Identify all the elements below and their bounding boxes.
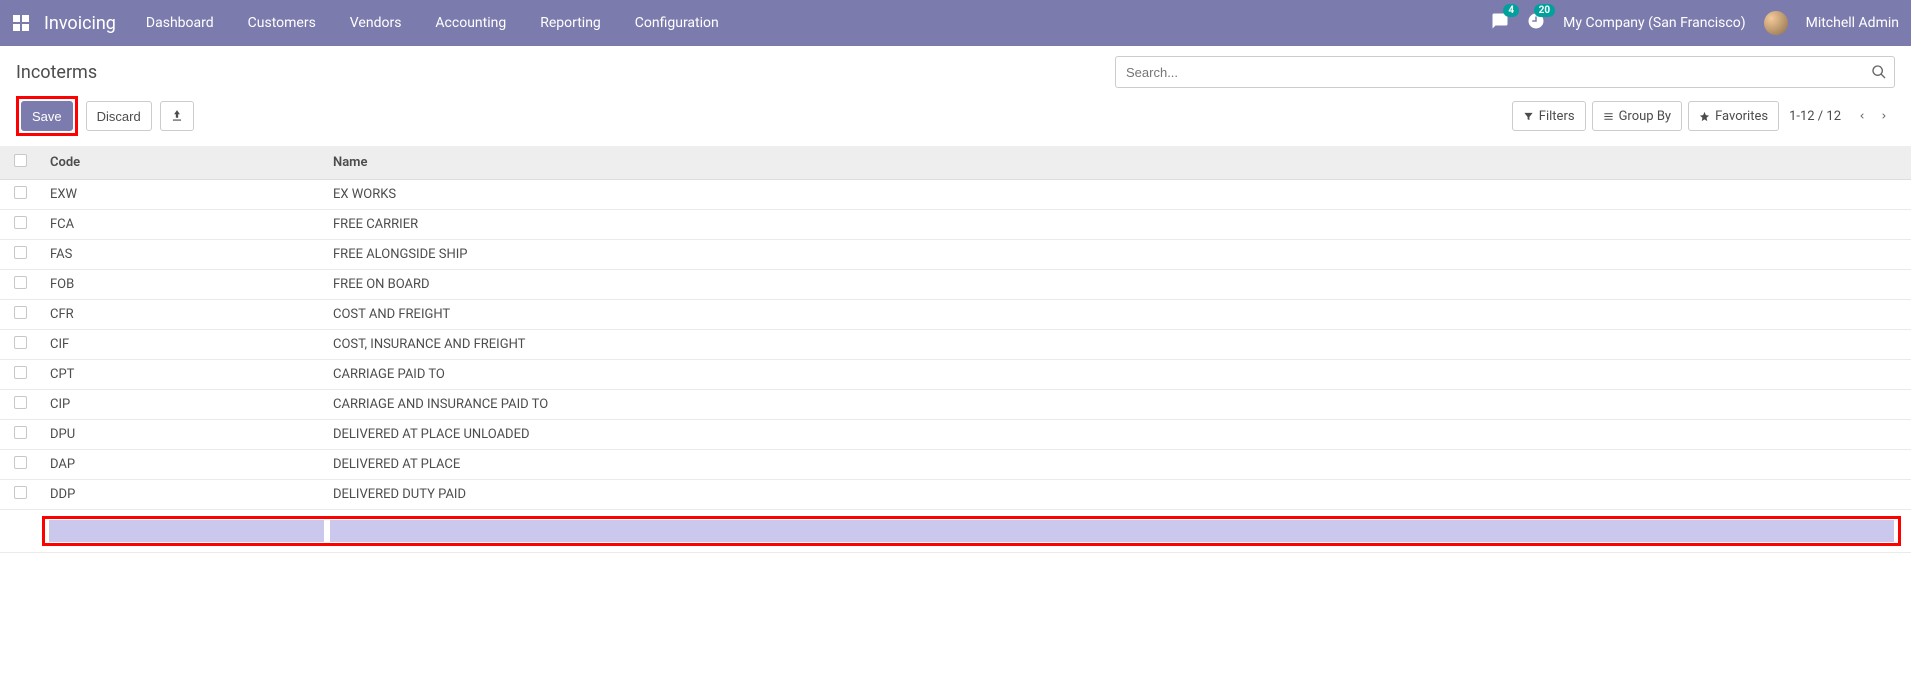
row-name: FREE CARRIER [323, 210, 1911, 240]
row-checkbox[interactable] [14, 396, 27, 409]
row-name: CARRIAGE AND INSURANCE PAID TO [323, 390, 1911, 420]
row-name: FREE ALONGSIDE SHIP [323, 240, 1911, 270]
row-code: CIP [40, 390, 323, 420]
avatar[interactable] [1764, 11, 1788, 35]
download-icon [170, 109, 184, 123]
page-title: Incoterms [16, 62, 97, 83]
row-checkbox[interactable] [14, 246, 27, 259]
row-code: CPT [40, 360, 323, 390]
company-switcher[interactable]: My Company (San Francisco) [1563, 15, 1745, 31]
menu-vendors[interactable]: Vendors [350, 15, 402, 31]
table-row[interactable]: DPU DELIVERED AT PLACE UNLOADED [0, 420, 1911, 450]
row-code: FAS [40, 240, 323, 270]
pager-prev[interactable] [1851, 103, 1873, 129]
favorites-label: Favorites [1715, 109, 1768, 124]
row-code: DPU [40, 420, 323, 450]
filters-label: Filters [1539, 109, 1575, 124]
save-highlight-box: Save [16, 96, 78, 136]
chevron-left-icon [1858, 110, 1866, 122]
filters-button[interactable]: Filters [1512, 101, 1586, 131]
main-menu: Dashboard Customers Vendors Accounting R… [146, 15, 719, 31]
control-panel: Incoterms Save Discard Filters [0, 46, 1911, 136]
row-checkbox[interactable] [14, 276, 27, 289]
row-checkbox[interactable] [14, 336, 27, 349]
row-code: CFR [40, 300, 323, 330]
row-code: EXW [40, 180, 323, 210]
new-row[interactable] [0, 510, 1911, 553]
apps-icon[interactable] [12, 14, 30, 32]
table-row[interactable]: FCA FREE CARRIER [0, 210, 1911, 240]
row-code: FOB [40, 270, 323, 300]
chat-button[interactable]: 4 [1491, 12, 1509, 34]
menu-reporting[interactable]: Reporting [540, 15, 601, 31]
row-name: COST, INSURANCE AND FREIGHT [323, 330, 1911, 360]
favorites-button[interactable]: Favorites [1688, 101, 1779, 131]
search-icon[interactable] [1871, 64, 1887, 80]
funnel-icon [1523, 111, 1534, 122]
top-navbar: Invoicing Dashboard Customers Vendors Ac… [0, 0, 1911, 46]
user-menu[interactable]: Mitchell Admin [1806, 15, 1899, 31]
table-row[interactable]: CIP CARRIAGE AND INSURANCE PAID TO [0, 390, 1911, 420]
search-wrap [1115, 56, 1895, 88]
menu-accounting[interactable]: Accounting [435, 15, 506, 31]
row-name: CARRIAGE PAID TO [323, 360, 1911, 390]
discard-button[interactable]: Discard [86, 101, 152, 131]
table-row[interactable]: CPT CARRIAGE PAID TO [0, 360, 1911, 390]
row-checkbox[interactable] [14, 456, 27, 469]
row-code: DAP [40, 450, 323, 480]
pager-range: 1-12 / 12 [1789, 109, 1841, 124]
row-checkbox[interactable] [14, 366, 27, 379]
table-row[interactable]: FAS FREE ALONGSIDE SHIP [0, 240, 1911, 270]
row-name: DELIVERED AT PLACE UNLOADED [323, 420, 1911, 450]
header-select-all[interactable] [0, 146, 40, 180]
new-row-highlight-box [42, 516, 1901, 546]
new-name-input[interactable] [330, 520, 1894, 542]
header-name[interactable]: Name [323, 146, 1911, 180]
row-code: DDP [40, 480, 323, 510]
pager: 1-12 / 12 [1789, 103, 1895, 129]
table-row[interactable]: FOB FREE ON BOARD [0, 270, 1911, 300]
row-checkbox[interactable] [14, 426, 27, 439]
export-button[interactable] [160, 101, 194, 131]
chat-badge: 4 [1503, 4, 1519, 17]
header-code[interactable]: Code [40, 146, 323, 180]
list-icon [1603, 111, 1614, 122]
menu-configuration[interactable]: Configuration [635, 15, 719, 31]
menu-customers[interactable]: Customers [248, 15, 316, 31]
table-row[interactable]: CFR COST AND FREIGHT [0, 300, 1911, 330]
pager-next[interactable] [1873, 103, 1895, 129]
row-code: CIF [40, 330, 323, 360]
groupby-button[interactable]: Group By [1592, 101, 1683, 131]
activity-button[interactable]: 20 [1527, 12, 1545, 34]
row-checkbox[interactable] [14, 186, 27, 199]
groupby-label: Group By [1619, 109, 1672, 124]
row-checkbox[interactable] [14, 486, 27, 499]
row-code: FCA [40, 210, 323, 240]
row-checkbox[interactable] [14, 306, 27, 319]
table-row[interactable]: CIF COST, INSURANCE AND FREIGHT [0, 330, 1911, 360]
row-name: DELIVERED DUTY PAID [323, 480, 1911, 510]
row-name: EX WORKS [323, 180, 1911, 210]
activity-badge: 20 [1534, 4, 1555, 17]
menu-dashboard[interactable]: Dashboard [146, 15, 214, 31]
table-row[interactable]: DDP DELIVERED DUTY PAID [0, 480, 1911, 510]
table-row[interactable]: EXW EX WORKS [0, 180, 1911, 210]
row-checkbox[interactable] [14, 216, 27, 229]
save-button[interactable]: Save [21, 101, 73, 131]
new-code-input[interactable] [49, 520, 324, 542]
table-row[interactable]: DAP DELIVERED AT PLACE [0, 450, 1911, 480]
row-name: FREE ON BOARD [323, 270, 1911, 300]
row-name: DELIVERED AT PLACE [323, 450, 1911, 480]
incoterms-table: Code Name EXW EX WORKS FCA FREE CARRIER … [0, 146, 1911, 553]
app-brand[interactable]: Invoicing [44, 13, 116, 34]
chevron-right-icon [1880, 110, 1888, 122]
row-name: COST AND FREIGHT [323, 300, 1911, 330]
star-icon [1699, 111, 1710, 122]
search-input[interactable] [1115, 56, 1895, 88]
